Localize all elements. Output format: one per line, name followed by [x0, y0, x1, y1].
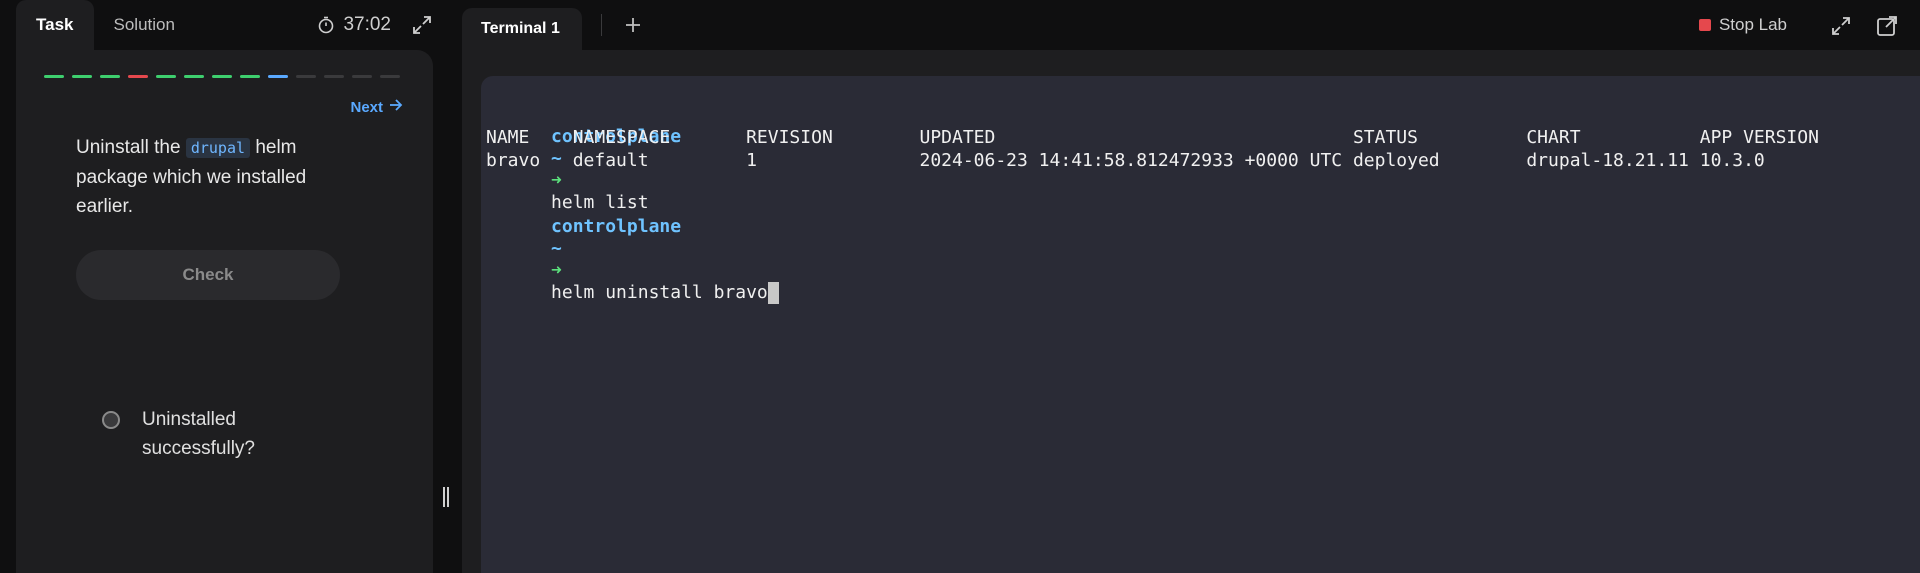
- progress-segment: [44, 75, 64, 78]
- progress-segment: [184, 75, 204, 78]
- tab-solution[interactable]: Solution: [94, 0, 195, 50]
- task-tabs: Task Solution 37:02: [16, 0, 433, 50]
- prompt-path: ~: [551, 238, 562, 259]
- progress-segment: [352, 75, 372, 78]
- panel-resize-handle[interactable]: [443, 487, 451, 507]
- terminal-tabs: Terminal 1 Stop Lab: [462, 0, 1920, 50]
- open-external-icon[interactable]: [1876, 15, 1898, 37]
- progress-segment: [100, 75, 120, 78]
- check-label: Uninstalled successfully?: [142, 409, 255, 459]
- terminal-line: controlplane ~ ➜ helm uninstall bravo: [486, 194, 779, 326]
- progress-segment: [296, 75, 316, 78]
- question-progress: [44, 75, 400, 78]
- stopwatch-icon: [317, 16, 335, 34]
- progress-segment: [72, 75, 92, 78]
- expand-icon[interactable]: [1830, 15, 1852, 37]
- app-root: Task Solution 37:02 Next Uninstall the d…: [0, 0, 1920, 573]
- terminal-output-row: bravo default 1 2024-06-23 14:41:58.8124…: [486, 150, 1765, 171]
- prompt-arrow: ➜: [551, 260, 562, 281]
- progress-segment: [268, 75, 288, 78]
- progress-segment: [212, 75, 232, 78]
- terminal-cursor: [767, 282, 779, 304]
- stop-lab-label: Stop Lab: [1718, 15, 1787, 34]
- command-text: helm uninstall bravo: [551, 282, 768, 303]
- timer: 37:02: [317, 0, 391, 50]
- task-question: Uninstall the drupal helm package which …: [76, 133, 346, 221]
- tab-divider: [601, 14, 602, 36]
- progress-segment: [156, 75, 176, 78]
- status-circle-icon: [102, 411, 120, 429]
- prompt-host: controlplane: [551, 216, 682, 237]
- timer-value: 37:02: [343, 14, 391, 35]
- progress-segment: [240, 75, 260, 78]
- next-button[interactable]: Next: [350, 98, 403, 116]
- check-item: Uninstalled successfully?: [102, 405, 302, 463]
- code-snippet: drupal: [185, 138, 251, 158]
- arrow-right-icon: [389, 98, 403, 116]
- progress-segment: [128, 75, 148, 78]
- tab-terminal-1[interactable]: Terminal 1: [462, 8, 582, 50]
- expand-icon[interactable]: [411, 14, 433, 36]
- next-label: Next: [350, 98, 383, 116]
- task-panel: Next 9 / 13: [16, 50, 433, 573]
- question-text: Uninstall the: [76, 137, 181, 158]
- progress-segment: [380, 75, 400, 78]
- tab-task[interactable]: Task: [16, 0, 94, 50]
- terminal-output-header: NAME NAMESPACE REVISION UPDATED STATUS C…: [486, 127, 1819, 148]
- check-button[interactable]: Check: [76, 250, 340, 300]
- progress-segment: [324, 75, 344, 78]
- add-terminal-icon[interactable]: [620, 12, 646, 38]
- prompt-arrow: ➜: [551, 170, 562, 191]
- stop-icon: [1698, 19, 1711, 31]
- stop-lab-button[interactable]: Stop Lab: [1698, 0, 1787, 50]
- terminal[interactable]: controlplane ~ ➜ helm list NAME NAMESPAC…: [481, 76, 1920, 573]
